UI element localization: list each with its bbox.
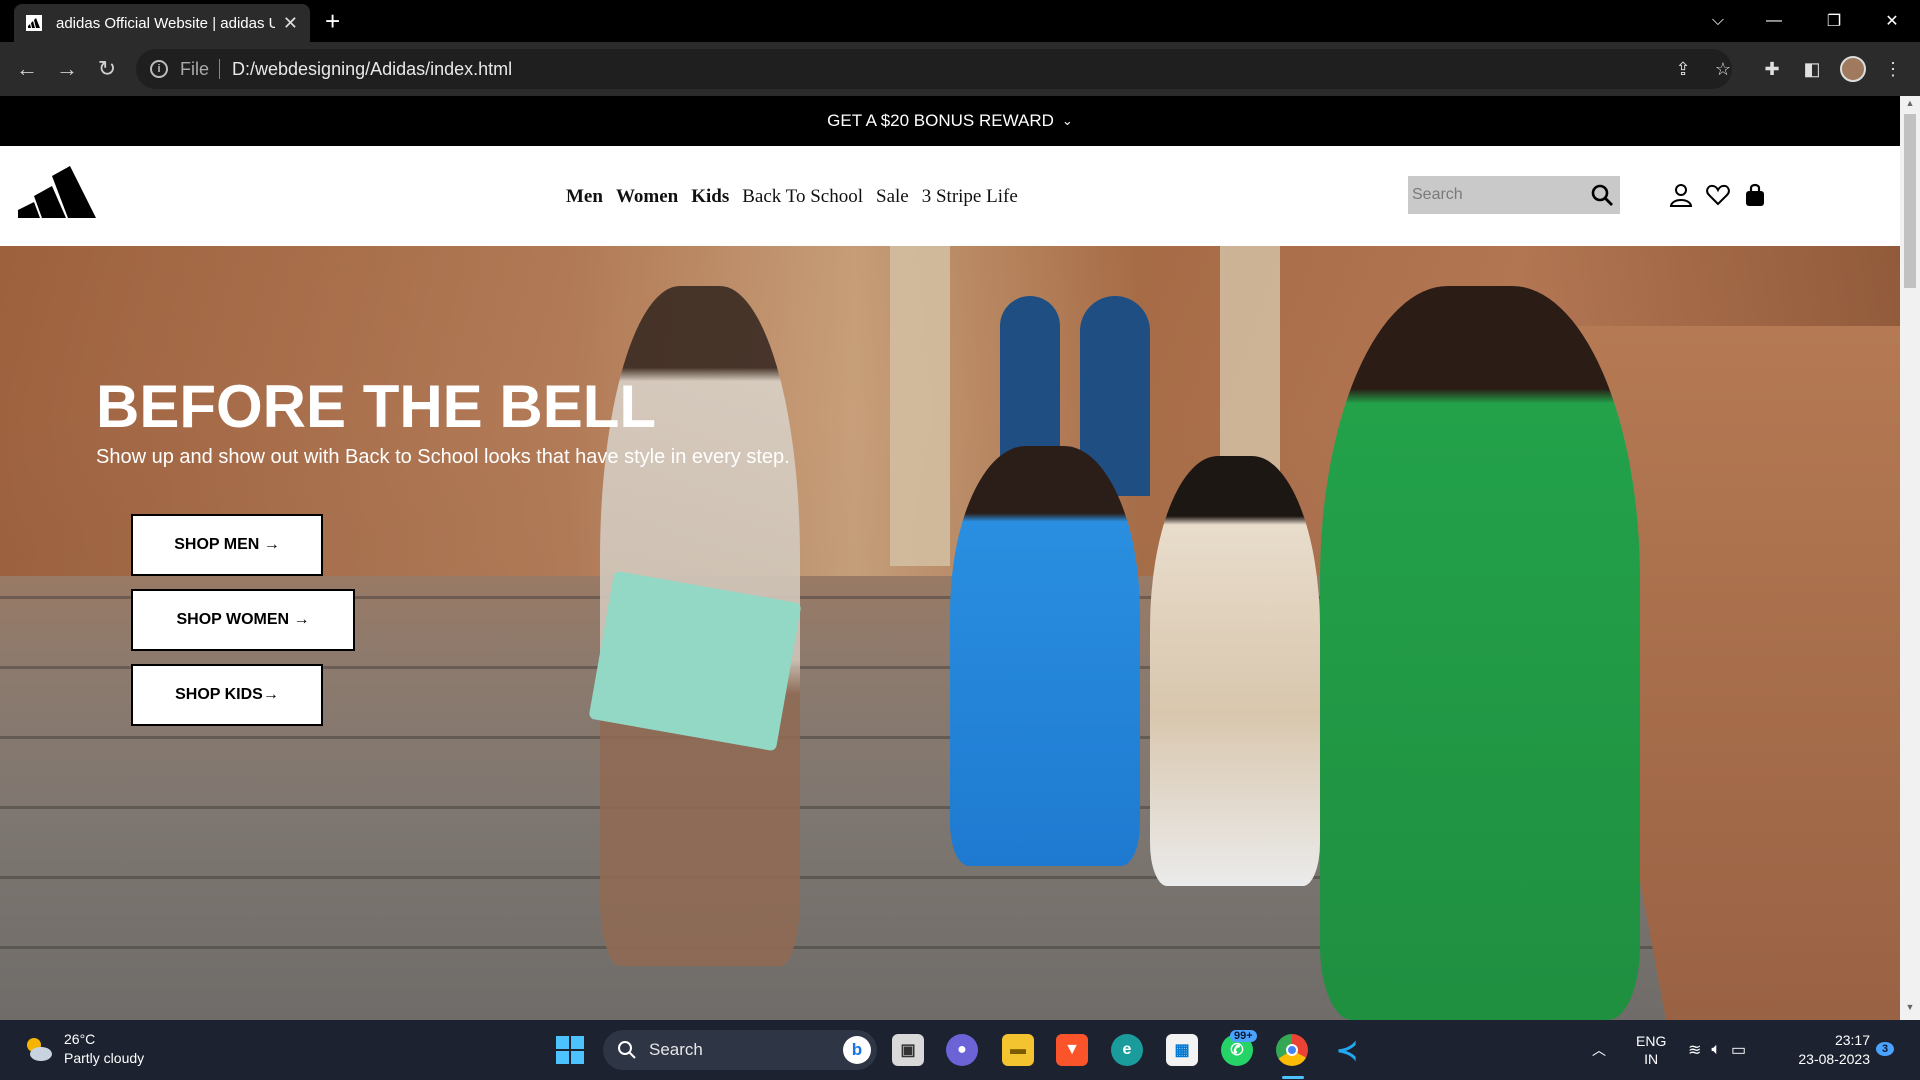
side-panel-icon[interactable]: ◧ (1797, 54, 1827, 84)
language-indicator[interactable]: ENG IN (1636, 1020, 1666, 1080)
window-close-button[interactable]: ✕ (1864, 0, 1920, 42)
teams-chat-icon[interactable]: ● (946, 1034, 978, 1066)
vscode-icon[interactable]: ≺ (1331, 1034, 1363, 1066)
web-page: GET A $20 BONUS REWARD ⌄ Men Women Kids … (0, 96, 1900, 1020)
address-bar[interactable]: i File D:/webdesigning/Adidas/index.html (136, 49, 1732, 89)
microsoft-store-icon[interactable]: ▦ (1166, 1034, 1198, 1066)
new-tab-button[interactable]: + (325, 6, 340, 36)
taskbar-search[interactable]: Search b (603, 1030, 877, 1070)
nav-3-stripe-life[interactable]: 3 Stripe Life (922, 186, 1018, 208)
site-header: Men Women Kids Back To School Sale 3 Str… (0, 146, 1900, 246)
nav-women[interactable]: Women (616, 186, 678, 208)
browser-toolbar: ← → ↻ i File D:/webdesigning/Adidas/inde… (0, 42, 1920, 96)
scroll-up-arrow-icon[interactable]: ▲ (1904, 98, 1916, 110)
shop-men-button[interactable]: SHOP MEN → (131, 514, 323, 576)
nav-sale[interactable]: Sale (876, 186, 909, 208)
volume-icon: 🔈︎ (1711, 1041, 1722, 1058)
tab-title: adidas Official Website | adidas U (56, 14, 275, 32)
clock[interactable]: 23:17 23-08-2023 (1786, 1020, 1870, 1080)
browser-tab-bar: adidas Official Website | adidas U ✕ + ⌵… (0, 0, 1920, 42)
scroll-down-arrow-icon[interactable]: ▼ (1904, 1002, 1916, 1014)
restore-button[interactable]: ❐ (1806, 0, 1862, 42)
search-input[interactable] (1408, 186, 1568, 204)
adidas-logo[interactable] (18, 166, 96, 218)
user-account-icon[interactable] (1668, 182, 1694, 208)
clock-date: 23-08-2023 (1798, 1051, 1870, 1067)
back-arrow-icon[interactable]: ← (7, 49, 47, 89)
info-icon[interactable]: i (150, 60, 168, 78)
shop-kids-button[interactable]: SHOP KIDS→ (131, 664, 323, 726)
browser-tab[interactable]: adidas Official Website | adidas U ✕ (14, 4, 310, 42)
system-tray[interactable]: ≋ 🔈︎ ▭ (1688, 1020, 1746, 1080)
task-view-icon[interactable]: ▣ (892, 1034, 924, 1066)
tab-close-icon[interactable]: ✕ (283, 13, 298, 34)
weather-condition: Partly cloudy (64, 1050, 145, 1066)
nav-kids[interactable]: Kids (691, 186, 729, 208)
search-icon[interactable] (1590, 183, 1614, 207)
shop-women-button[interactable]: SHOP WOMEN → (131, 589, 355, 651)
search-icon (618, 1041, 636, 1059)
page-scrollbar[interactable]: ▲ ▼ (1900, 96, 1920, 1020)
tab-search-icon[interactable]: ⌵ (1690, 0, 1746, 42)
promo-banner[interactable]: GET A $20 BONUS REWARD ⌄ (0, 96, 1900, 146)
edge-browser-icon[interactable]: e (1111, 1034, 1143, 1066)
chevron-down-icon: ⌄ (1061, 113, 1073, 128)
hero-title: BEFORE THE BELL (96, 373, 657, 440)
wifi-icon: ≋ (1688, 1042, 1702, 1059)
nav-back-to-school[interactable]: Back To School (742, 186, 863, 208)
windows-start-icon[interactable] (554, 1034, 586, 1066)
brave-browser-icon[interactable]: ▼ (1056, 1034, 1088, 1066)
hero-figure (1150, 456, 1320, 886)
whatsapp-notification-badge: 99+ (1230, 1030, 1257, 1042)
bookmark-star-icon[interactable]: ☆ (1708, 54, 1738, 84)
url-separator (219, 59, 221, 79)
promo-text: GET A $20 BONUS REWARD (827, 111, 1054, 130)
wishlist-heart-icon[interactable] (1705, 182, 1731, 208)
taskbar-search-label: Search (649, 1040, 703, 1059)
active-app-indicator (1282, 1076, 1304, 1079)
language-code: ENG (1636, 1033, 1667, 1049)
share-icon[interactable]: ⇪ (1668, 54, 1698, 84)
weather-temperature: 26°C (64, 1031, 96, 1047)
adidas-favicon-icon (26, 15, 42, 31)
battery-icon: ▭ (1731, 1042, 1747, 1059)
extensions-icon[interactable]: ✚ (1757, 54, 1787, 84)
scrollbar-thumb[interactable] (1904, 114, 1916, 288)
chrome-browser-icon[interactable] (1276, 1034, 1308, 1066)
region-code: IN (1644, 1051, 1659, 1067)
clock-time: 23:17 (1834, 1032, 1870, 1048)
hero-banner: BEFORE THE BELL Show up and show out wit… (0, 246, 1900, 1020)
notification-count-badge[interactable]: 3 (1876, 1042, 1895, 1056)
forward-arrow-icon[interactable]: → (47, 49, 87, 89)
reload-icon[interactable]: ↻ (87, 49, 127, 89)
partly-cloudy-icon (27, 1038, 52, 1061)
hero-subtitle: Show up and show out with Back to School… (96, 446, 790, 468)
weather-widget[interactable]: 26°C Partly cloudy (22, 1030, 144, 1068)
bing-icon[interactable]: b (843, 1036, 871, 1064)
profile-avatar[interactable] (1838, 54, 1868, 84)
hero-figure (1320, 286, 1640, 1020)
hero-figure (950, 446, 1140, 866)
shopping-bag-icon[interactable] (1742, 182, 1768, 208)
hero-column (890, 246, 950, 566)
url-text[interactable]: D:/webdesigning/Adidas/index.html (232, 59, 512, 80)
windows-taskbar: 26°C Partly cloudy Search b ▣ ● ▬ ▼ e ▦ … (0, 1020, 1920, 1080)
main-nav: Men Women Kids Back To School Sale 3 Str… (566, 186, 1018, 208)
browser-menu-icon[interactable]: ⋮ (1878, 54, 1908, 84)
show-hidden-icons-chevron-icon[interactable]: ︿ (1592, 1020, 1606, 1080)
file-explorer-icon[interactable]: ▬ (1002, 1034, 1034, 1066)
nav-men[interactable]: Men (566, 186, 603, 208)
minimize-button[interactable]: — (1746, 0, 1802, 42)
url-scheme-label: File (180, 58, 210, 79)
search-bar (1408, 176, 1620, 214)
